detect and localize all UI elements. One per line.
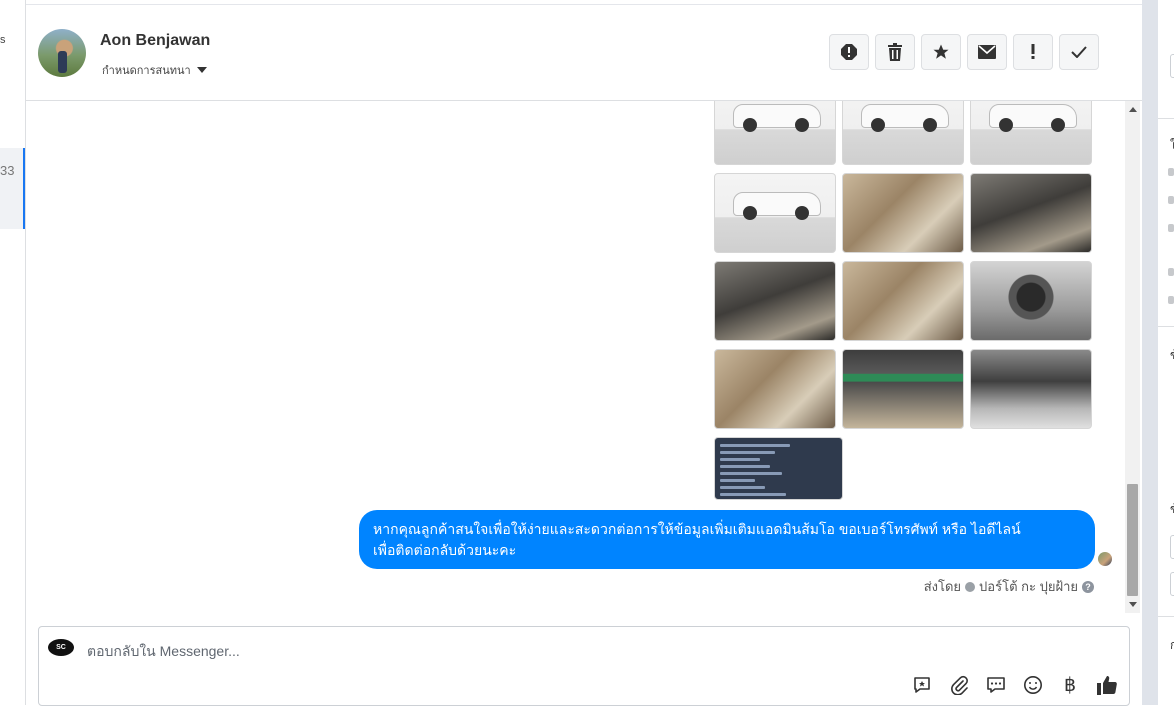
photo-car-side-right[interactable] bbox=[970, 101, 1092, 165]
sent-by-label: ส่งโดย bbox=[923, 579, 962, 594]
info-field[interactable] bbox=[1170, 54, 1174, 78]
panel-gutter bbox=[1142, 0, 1158, 705]
photo-car-front-wheel[interactable] bbox=[714, 173, 836, 253]
photo-spec-sheet[interactable] bbox=[714, 437, 843, 500]
checkmark-icon bbox=[1071, 46, 1087, 58]
scroll-thumb[interactable] bbox=[1127, 484, 1138, 596]
quick-reply-icon bbox=[987, 677, 1005, 693]
thread-scrollbar[interactable] bbox=[1125, 101, 1140, 613]
photo-front-interior[interactable] bbox=[714, 349, 836, 429]
selected-conversation-count: 33 bbox=[0, 163, 15, 178]
contact-name[interactable]: Aon Benjawan bbox=[100, 32, 210, 50]
like-button[interactable] bbox=[1095, 673, 1119, 697]
sent-by-name: ปอร์โต้ กะ ปุยฝ้าย bbox=[979, 579, 1078, 594]
mark-done-button[interactable] bbox=[1059, 34, 1099, 70]
panel-section-heading: ข้ bbox=[1170, 500, 1174, 519]
list-fragment-text: s bbox=[0, 34, 6, 46]
info-field[interactable] bbox=[1170, 535, 1174, 559]
verified-icon bbox=[965, 581, 976, 592]
follow-up-button[interactable] bbox=[1013, 34, 1053, 70]
conversation-settings-dropdown[interactable]: กำหนดการสนทนา bbox=[102, 61, 207, 79]
info-field[interactable] bbox=[1170, 572, 1174, 596]
message-text-line-1: หากคุณลูกค้าสนใจเพื่อให้ง่ายและสะดวกต่อก… bbox=[373, 521, 1021, 537]
photo-gauge-cluster[interactable] bbox=[970, 261, 1092, 341]
mark-unread-button[interactable] bbox=[967, 34, 1007, 70]
conversation-settings-label: กำหนดการสนทนา bbox=[102, 65, 191, 77]
baht-icon: ฿ bbox=[1063, 674, 1077, 696]
contact-avatar[interactable] bbox=[38, 29, 86, 77]
photo-gear-console[interactable] bbox=[714, 261, 836, 341]
scroll-down-arrow-icon[interactable] bbox=[1129, 602, 1137, 607]
conversation-panel: Aon Benjawan กำหนดการสนทนา หากคุณลูกค้าส… bbox=[26, 0, 1142, 706]
panel-section-heading: ข้ bbox=[1170, 346, 1174, 365]
header-actions bbox=[829, 34, 1099, 70]
envelope-icon bbox=[978, 45, 996, 59]
photo-car-rear-side[interactable] bbox=[714, 101, 836, 165]
reply-composer[interactable]: SC ตอบกลับใน Messenger... ฿ bbox=[38, 626, 1130, 706]
reply-input-placeholder[interactable]: ตอบกลับใน Messenger... bbox=[87, 641, 240, 663]
customer-info-panel: ใ ข้ ข้ ก bbox=[1158, 0, 1174, 705]
payment-button[interactable]: ฿ bbox=[1058, 673, 1082, 697]
scroll-up-arrow-icon[interactable] bbox=[1129, 107, 1137, 112]
conversation-header: Aon Benjawan กำหนดการสนทนา bbox=[26, 5, 1142, 101]
trash-icon bbox=[888, 43, 902, 61]
composer-toolbar: ฿ bbox=[910, 673, 1119, 697]
conversation-list-edge: s 33 bbox=[0, 0, 26, 705]
photo-car-side[interactable] bbox=[842, 101, 964, 165]
star-icon bbox=[933, 44, 949, 59]
exclamation-icon bbox=[1031, 44, 1035, 59]
selected-conversation-item[interactable]: 33 bbox=[0, 148, 25, 229]
message-thread: หากคุณลูกค้าสนใจเพื่อให้ง่ายและสะดวกต่อก… bbox=[26, 101, 1126, 613]
photo-door-interior[interactable] bbox=[842, 173, 964, 253]
report-spam-button[interactable] bbox=[829, 34, 869, 70]
saved-reply-button[interactable] bbox=[910, 673, 934, 697]
photo-center-console[interactable] bbox=[842, 349, 964, 429]
sent-by-info: ส่งโดย ปอร์โต้ กะ ปุยฝ้าย ? bbox=[924, 576, 1094, 597]
delete-button[interactable] bbox=[875, 34, 915, 70]
star-button[interactable] bbox=[921, 34, 961, 70]
help-icon[interactable]: ? bbox=[1082, 580, 1094, 593]
attachment-icon bbox=[951, 675, 968, 695]
photo-dashboard[interactable] bbox=[970, 173, 1092, 253]
photo-engine-bay[interactable] bbox=[970, 349, 1092, 429]
photo-rear-seats[interactable] bbox=[842, 261, 964, 341]
alert-icon bbox=[841, 44, 857, 60]
outgoing-message-bubble[interactable]: หากคุณลูกค้าสนใจเพื่อให้ง่ายและสะดวกต่อก… bbox=[359, 510, 1095, 569]
page-logo: SC bbox=[48, 639, 74, 656]
seen-avatar bbox=[1098, 552, 1112, 566]
emoji-icon bbox=[1024, 676, 1042, 694]
caret-down-icon bbox=[196, 67, 207, 73]
panel-section-heading: ก bbox=[1170, 638, 1174, 652]
like-icon bbox=[1097, 676, 1117, 695]
attach-button[interactable] bbox=[947, 673, 971, 697]
message-text-line-2: เพื่อติดต่อกลับด้วยนะคะ bbox=[373, 542, 517, 558]
quick-reply-button[interactable] bbox=[984, 673, 1008, 697]
saved-reply-icon bbox=[914, 677, 930, 693]
panel-section-heading: ใ bbox=[1170, 138, 1174, 152]
emoji-button[interactable] bbox=[1021, 673, 1045, 697]
